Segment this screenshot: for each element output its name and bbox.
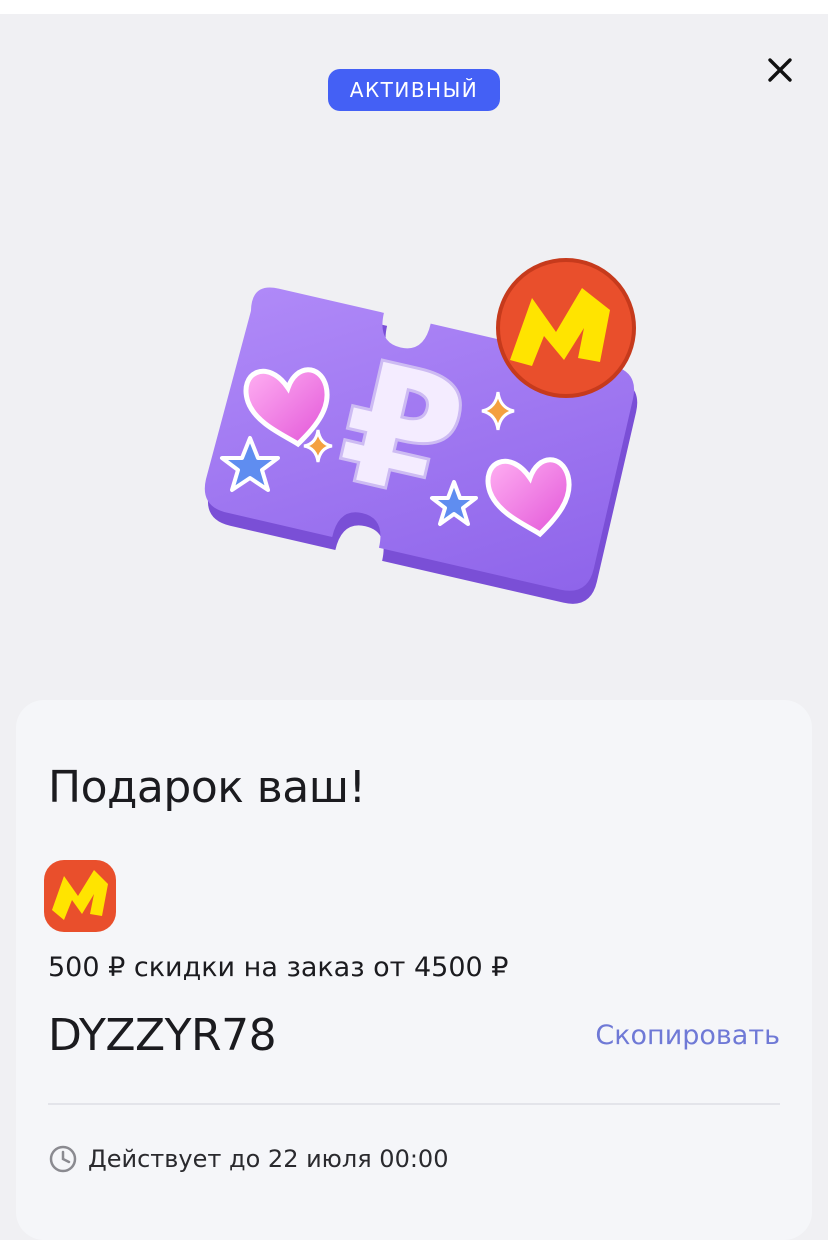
copy-button[interactable]: Скопировать	[595, 1020, 780, 1051]
clock-icon	[49, 1145, 77, 1173]
coupon-illustration: ₽	[204, 258, 638, 604]
discount-description: 500 ₽ скидки на заказ от 4500 ₽	[48, 952, 509, 983]
market-badge-icon	[496, 258, 636, 398]
status-badge: АКТИВНЫЙ	[328, 69, 500, 111]
market-logo-icon	[44, 860, 116, 932]
validity-row: Действует до 22 июля 00:00	[48, 1144, 448, 1174]
close-icon	[768, 58, 792, 82]
divider	[48, 1103, 780, 1105]
page-title: Подарок ваш!	[48, 762, 366, 813]
validity-text: Действует до 22 июля 00:00	[88, 1145, 449, 1173]
gift-card-panel: Подарок ваш! 500 ₽ скидки на заказ от 45…	[16, 700, 812, 1240]
close-button[interactable]	[758, 48, 802, 92]
promo-code: DYZZYR78	[48, 1010, 277, 1061]
status-bar-strip	[0, 0, 828, 14]
